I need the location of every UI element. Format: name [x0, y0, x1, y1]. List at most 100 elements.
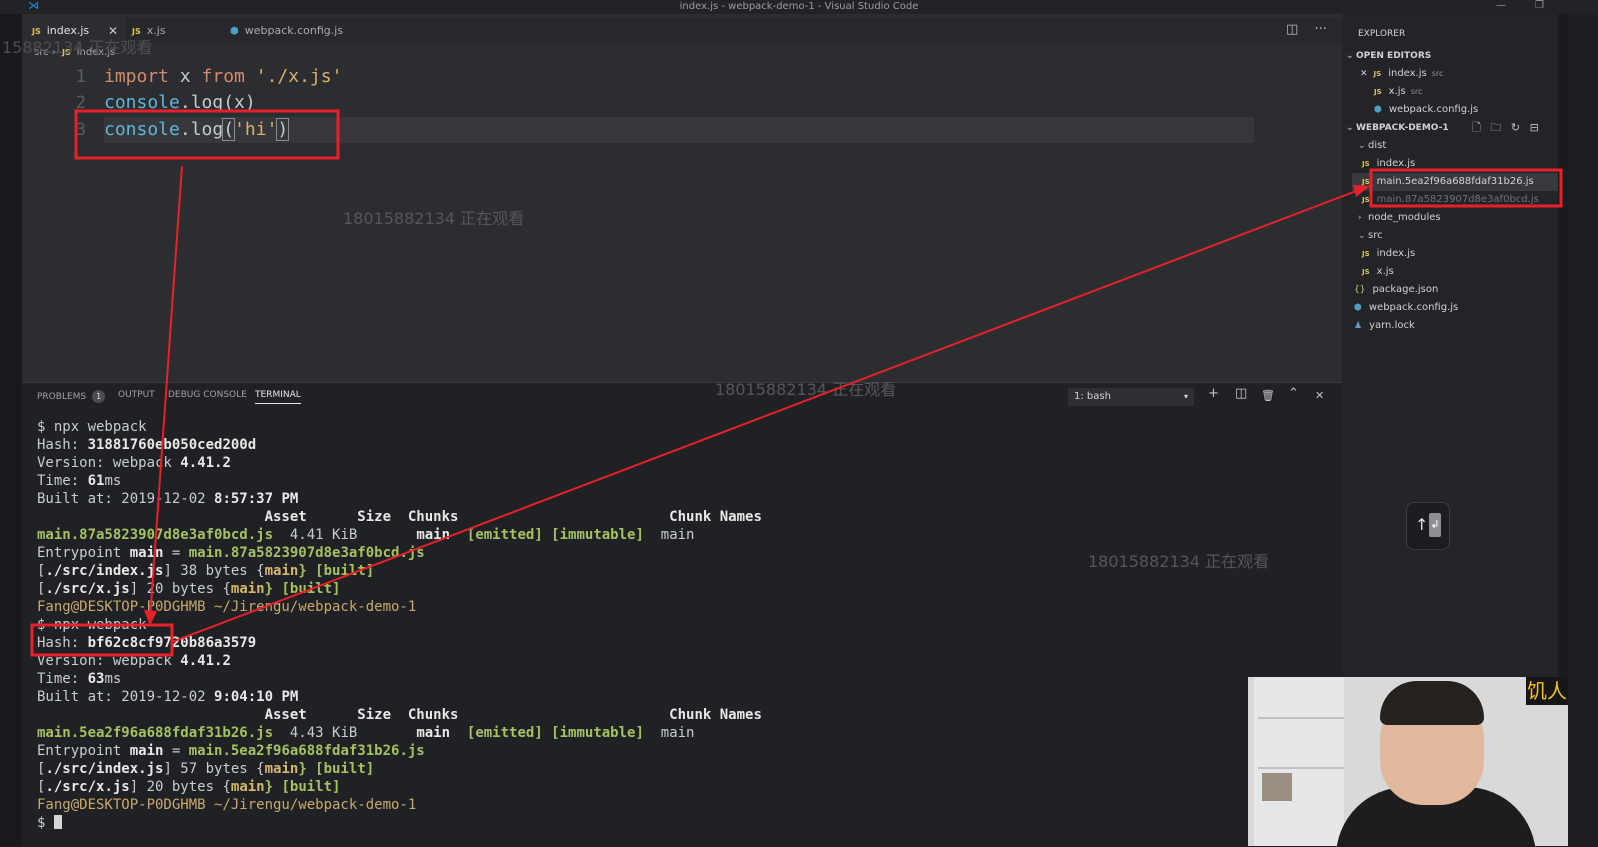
tab-label: webpack.config.js [244, 24, 344, 37]
terminal-line: Built at: 2019-12-02 8:57:37 PM [37, 491, 299, 507]
code-token: import [104, 66, 170, 87]
maximize-panel-icon[interactable]: ⌃ [1288, 386, 1299, 401]
terminal-prompt: Fang@DESKTOP-P0DGHMB ~/Jirengu/webpack-d… [37, 599, 417, 615]
webcam-shelf [1254, 677, 1344, 846]
terminal-cursor [53, 815, 62, 829]
line-number: 1 [75, 67, 86, 87]
terminal-line: [./src/index.js] 38 bytes {main} [built] [37, 563, 375, 579]
tree-file[interactable]: JS x.js [1362, 263, 1394, 281]
webcam-overlay: 饥人 [1248, 677, 1568, 846]
presenter-hair [1380, 681, 1484, 725]
minimize-button[interactable]: — [1496, 0, 1506, 12]
open-editor-item[interactable]: JS x.js src [1374, 83, 1422, 101]
tab-webpack-config[interactable]: ⬢ webpack.config.js [220, 18, 360, 44]
terminal-line: Hash: 31881760eb050ced200d [37, 437, 257, 453]
code-token: 'hi' [234, 119, 278, 140]
title-bar: ⋊ index.js - webpack-demo-1 - Visual Stu… [0, 0, 1598, 14]
open-editor-item[interactable]: ✕ JS index.js src [1360, 65, 1443, 83]
explorer-title: EXPLORER [1358, 29, 1406, 39]
tree-file[interactable]: JS main.87a5823907d8e3af0bcd.js [1362, 191, 1539, 209]
new-file-icon[interactable]: 🗋 [1472, 121, 1481, 134]
editor-tabs: JS index.js ✕ JS x.js ⬢ webpack.config.js [22, 18, 1364, 44]
chevron-down-icon: ▾ [1183, 392, 1188, 401]
tree-file[interactable]: JS index.js [1362, 155, 1415, 173]
open-editors-header[interactable]: ⌄ OPEN EDITORS [1346, 47, 1431, 65]
code-token: .log [179, 119, 224, 140]
split-editor-icon[interactable]: ◫ [1286, 22, 1298, 37]
restore-button[interactable]: ❐ [1535, 0, 1544, 12]
watermark-text: 15882134 正在观看 [2, 38, 153, 57]
tree-folder-src[interactable]: ⌄ src [1358, 227, 1383, 245]
close-icon[interactable]: ✕ [1360, 69, 1368, 79]
webcam-books [1262, 773, 1292, 801]
terminal-line: Version: webpack 4.41.2 [37, 653, 231, 669]
webcam-shelf-line [1258, 717, 1344, 719]
code-editor[interactable]: 1 import x from './x.js' 2 console.log(x… [22, 64, 1364, 154]
terminal-line: $ npx webpack [37, 419, 147, 435]
terminal-shell-select[interactable]: 1: bash ▾ [1068, 388, 1194, 406]
webcam-shelf-line [1258, 767, 1344, 769]
tab-output[interactable]: OUTPUT [118, 390, 155, 400]
tab-debug-console[interactable]: DEBUG CONSOLE [168, 390, 247, 400]
code-token: console [104, 92, 180, 113]
close-panel-icon[interactable]: ✕ [1315, 389, 1324, 402]
tab-problems[interactable]: PROBLEMS 1 [37, 390, 106, 403]
terminal-line: [./src/index.js] 57 bytes {main} [built] [37, 761, 375, 777]
code-token: ) [276, 118, 290, 141]
select-value: 1: bash [1074, 391, 1111, 402]
terminal-prompt: Fang@DESKTOP-P0DGHMB ~/Jirengu/webpack-d… [37, 797, 417, 813]
line-number: 3 [75, 120, 86, 140]
more-actions-icon[interactable]: ··· [1314, 22, 1326, 37]
code-line: 3 console.log('hi') [22, 117, 1252, 143]
terminal-line: $ npx webpack [37, 617, 147, 633]
tree-file-selected[interactable]: JS main.5ea2f96a688fdaf31b26.js [1352, 173, 1558, 191]
terminal-line: Hash: bf62c8cf9720b86a3579 [37, 635, 257, 651]
terminal-line: [./src/x.js] 20 bytes {main} [built] [37, 581, 341, 597]
terminal-line: Time: 61ms [37, 473, 122, 489]
line-number: 2 [75, 93, 86, 113]
config-file-icon: ⬢ [230, 26, 239, 37]
channel-tag: 饥人 [1526, 677, 1568, 705]
project-header[interactable]: ⌄ WEBPACK-DEMO-1 [1346, 119, 1449, 137]
tree-folder-dist[interactable]: ⌄ dist [1358, 137, 1386, 155]
terminal-line: main.5ea2f96a688fdaf31b26.js 4.43 KiB ma… [37, 725, 695, 741]
tab-label: PROBLEMS [37, 392, 87, 402]
code-token: ( [222, 118, 236, 141]
explorer-actions: 🗋 🗀 ↻ ⊟ [1472, 119, 1539, 137]
enter-key-icon: ↲ [1429, 513, 1441, 537]
tree-folder-node-modules[interactable]: › node_modules [1358, 209, 1441, 227]
code-token: './x.js' [244, 66, 343, 87]
terminal-line: [./src/x.js] 20 bytes {main} [built] [37, 779, 341, 795]
problems-count-badge: 1 [92, 390, 106, 403]
activity-bar [0, 14, 22, 846]
tree-file[interactable]: ♟ yarn.lock [1354, 317, 1415, 335]
terminal-line: Entrypoint main = main.87a5823907d8e3af0… [37, 545, 425, 561]
code-line: 1 import x from './x.js' [22, 64, 1252, 90]
window-title: index.js - webpack-demo-1 - Visual Studi… [679, 1, 919, 12]
trash-icon[interactable]: 🗑 [1261, 389, 1275, 402]
new-terminal-icon[interactable]: + [1208, 386, 1219, 401]
terminal-line: Entrypoint main = main.5ea2f96a688fdaf31… [37, 743, 425, 759]
tree-file[interactable]: JS index.js [1362, 245, 1415, 263]
split-terminal-icon[interactable]: ◫ [1235, 386, 1247, 401]
collapse-all-icon[interactable]: ⊟ [1530, 121, 1539, 134]
terminal-line: Time: 63ms [37, 671, 122, 687]
open-editor-item[interactable]: ⬢ webpack.config.js [1374, 101, 1478, 119]
terminal-line: Version: webpack 4.41.2 [37, 455, 231, 471]
tab-terminal[interactable]: TERMINAL [255, 390, 301, 404]
tree-file[interactable]: ⬢ webpack.config.js [1354, 299, 1458, 317]
code-token: x [169, 66, 202, 87]
editor-actions: ◫ ··· [1286, 22, 1327, 37]
tree-file[interactable]: {} package.json [1354, 281, 1438, 299]
refresh-icon[interactable]: ↻ [1511, 121, 1520, 134]
terminal-line: Asset Size Chunks Chunk Names [37, 707, 762, 723]
watermark-text: 18015882134 正在观看 [1088, 552, 1270, 571]
keyboard-shortcut-hint[interactable]: ↑ ↲ [1406, 502, 1450, 550]
new-folder-icon[interactable]: 🗀 [1490, 121, 1501, 134]
code-line: 2 console.log(x) [22, 90, 1252, 116]
code-token: from [201, 66, 245, 87]
terminal-line: main.87a5823907d8e3af0bcd.js 4.41 KiB ma… [37, 527, 695, 543]
terminal-line: Asset Size Chunks Chunk Names [37, 509, 762, 525]
terminal-input-line[interactable]: $ [37, 814, 62, 832]
terminal-line: Built at: 2019-12-02 9:04:10 PM [37, 689, 299, 705]
